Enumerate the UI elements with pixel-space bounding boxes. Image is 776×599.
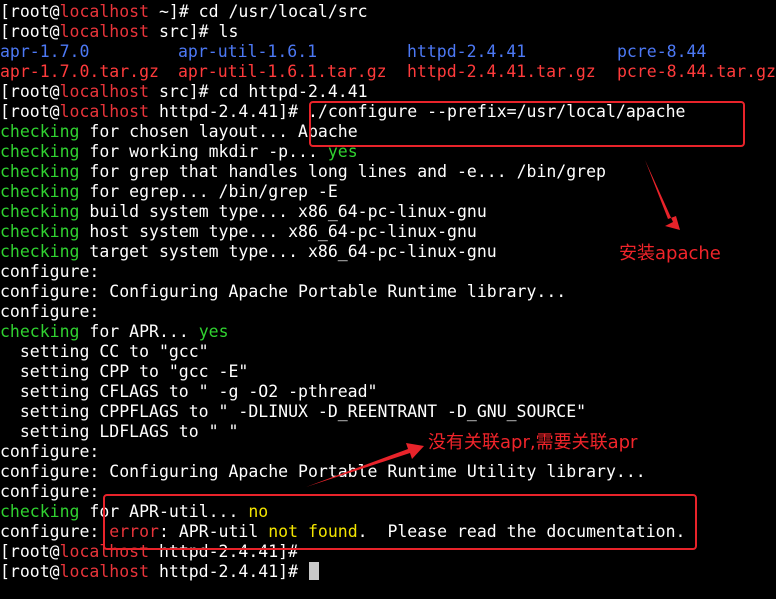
install-arrow: [645, 160, 680, 230]
apr-link-annotation: 没有关联apr,需要关联apr: [428, 432, 638, 453]
apr-arrow: [306, 443, 424, 487]
install-apache-annotation: 安装apache: [619, 243, 721, 264]
annotation-arrows: [306, 160, 680, 487]
terminal-window[interactable]: [root@localhost ~]# cd /usr/local/src [ro…: [0, 0, 776, 599]
